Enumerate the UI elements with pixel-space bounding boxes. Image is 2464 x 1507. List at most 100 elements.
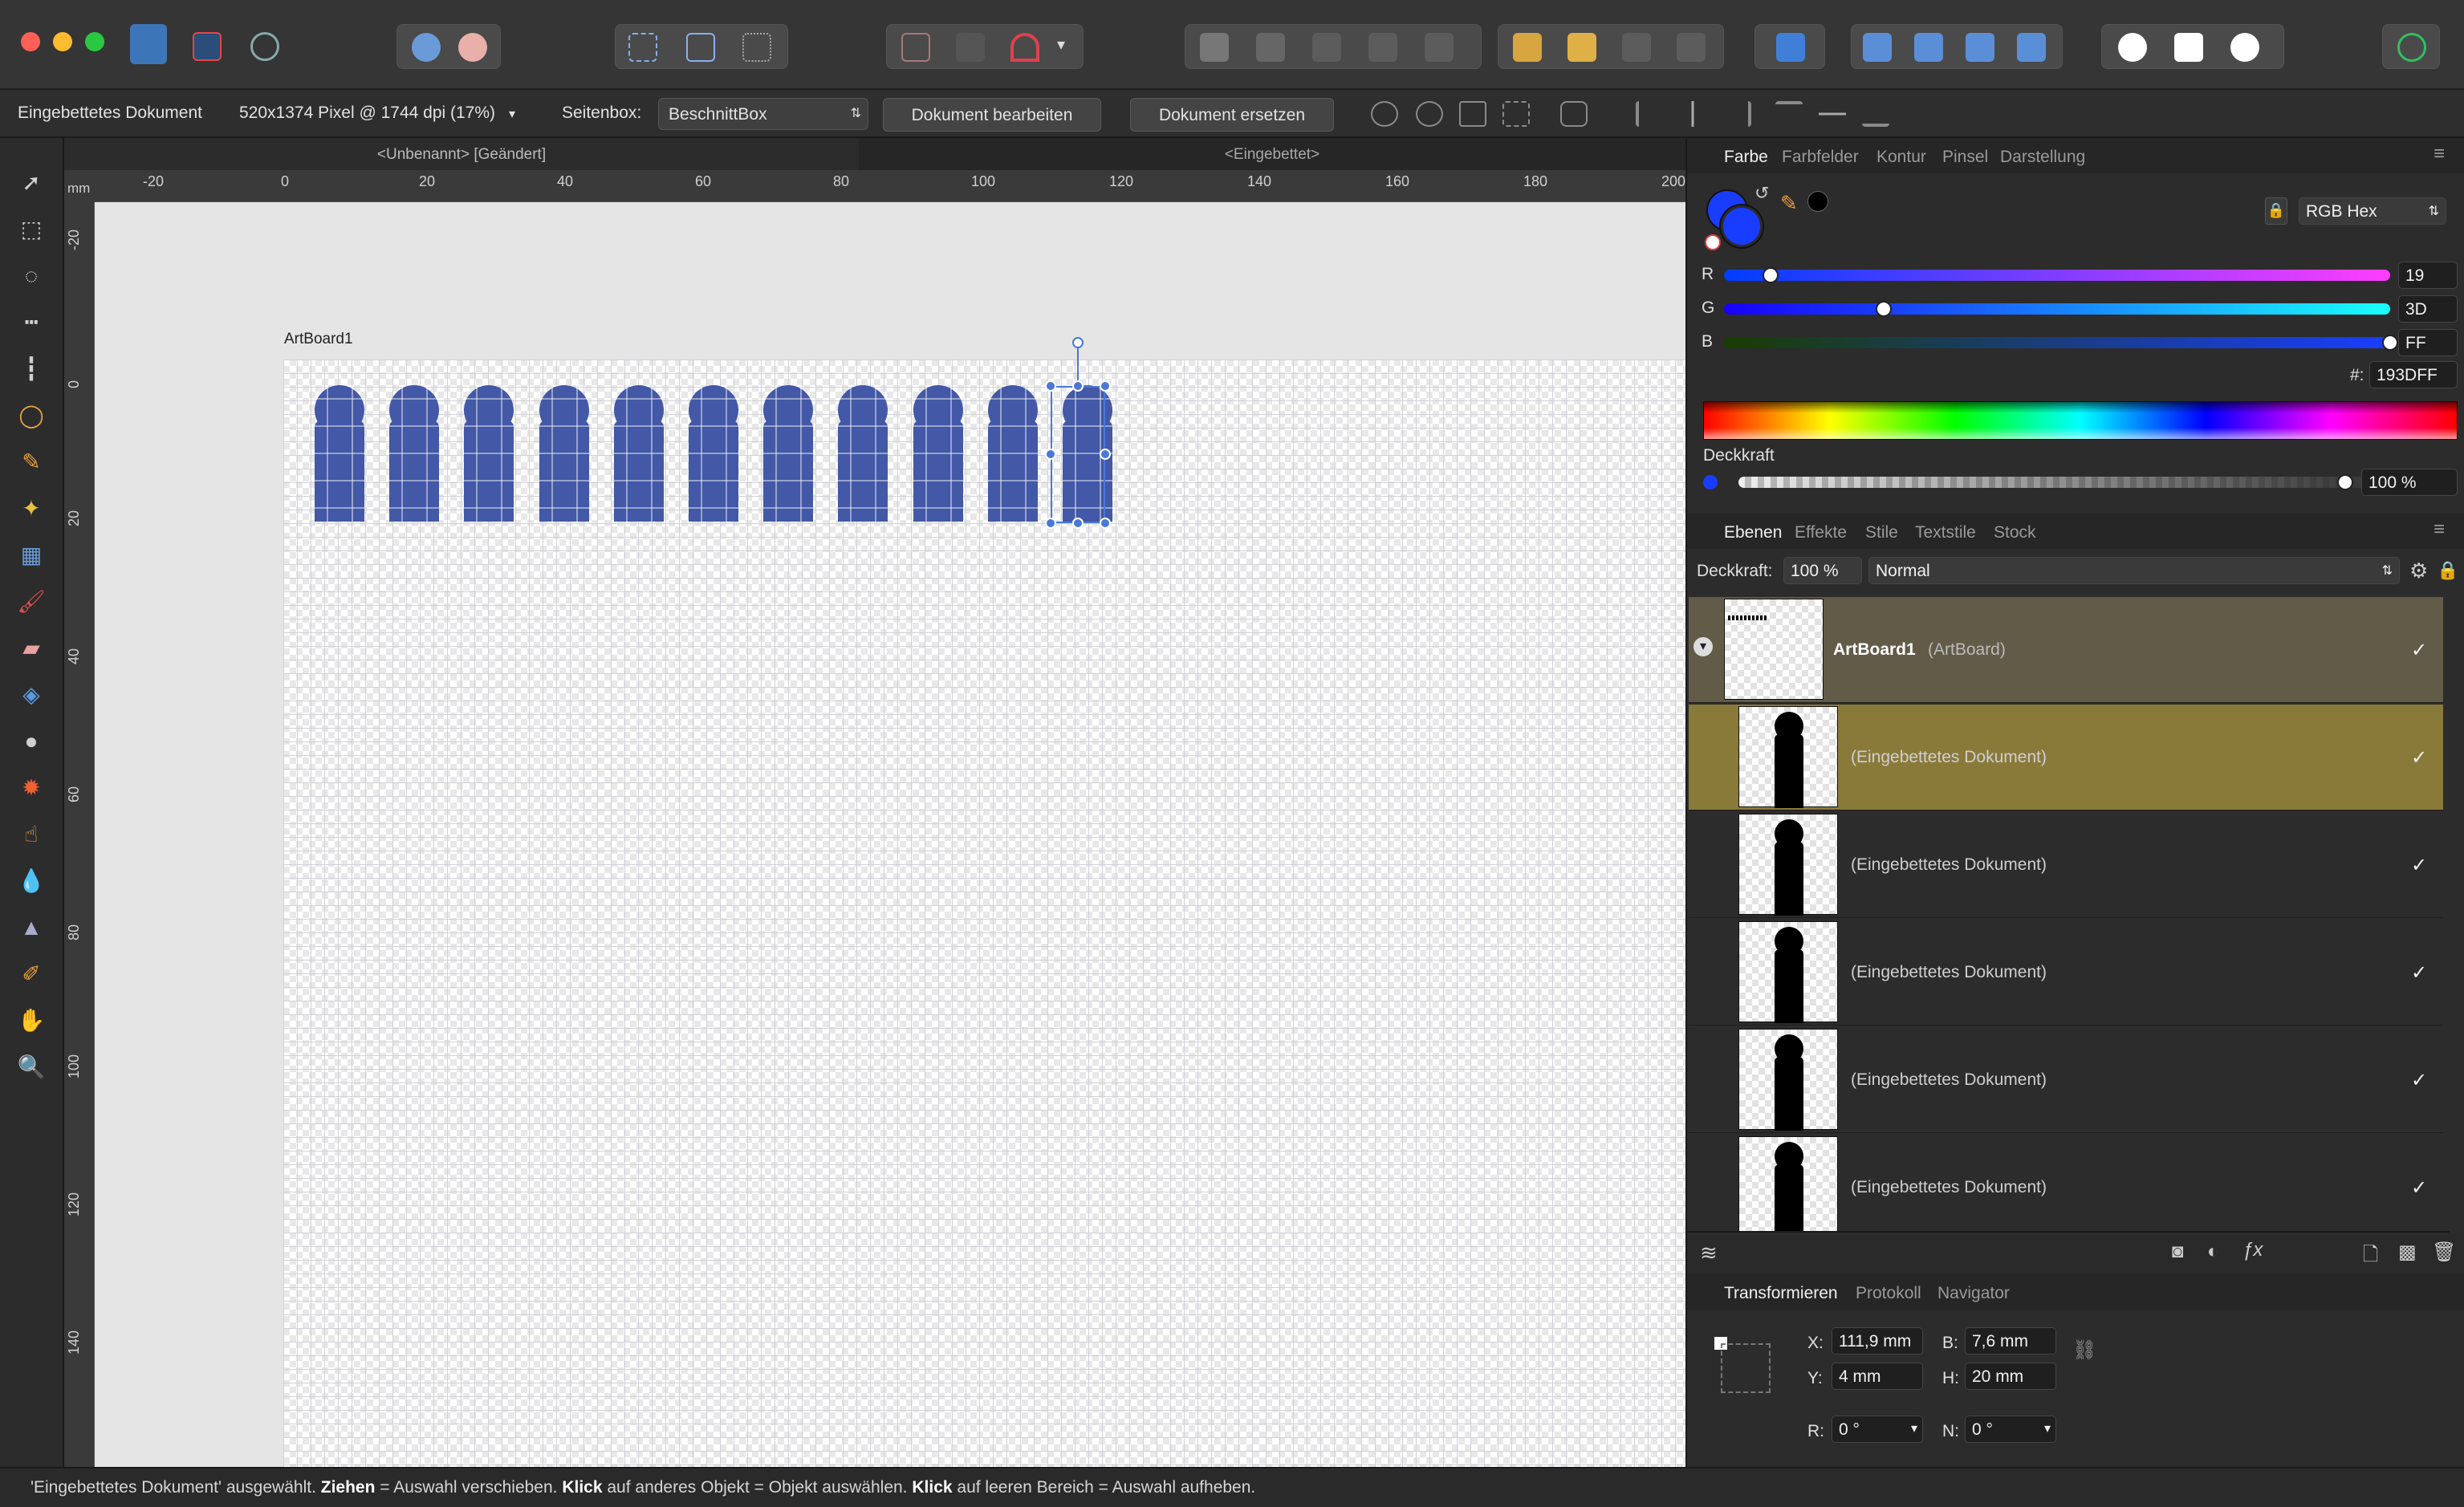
hex-value-field[interactable]: 193DFF [2369, 361, 2458, 388]
tab-navigator[interactable]: Navigator [1937, 1284, 2010, 1303]
align-right-icon[interactable] [1724, 101, 1751, 127]
align-top-icon[interactable] [1775, 101, 1803, 127]
align-center-icon[interactable] [1679, 101, 1706, 127]
person-figure[interactable] [612, 385, 665, 522]
visibility-check[interactable]: ✓ [2411, 639, 2427, 662]
selection-box[interactable] [1051, 386, 1105, 523]
tab-farbe[interactable]: Farbe [1724, 148, 1768, 167]
panel-menu-icon[interactable]: ≡ [2434, 518, 2445, 541]
resize-handle[interactable] [1045, 518, 1056, 529]
r-value-field[interactable]: 19 [2398, 262, 2458, 289]
color-model-select[interactable]: RGB Hex ⇅ [2299, 197, 2446, 225]
new-document-icon[interactable]: 🗋 [2363, 1241, 2378, 1273]
fx-icon[interactable]: ƒx [2242, 1239, 2263, 1261]
resize-handle[interactable] [1100, 518, 1111, 529]
layer-row[interactable]: (Eingebettetes Dokument) ✓ [1689, 1027, 2443, 1133]
exclude-icon[interactable] [1368, 33, 1397, 62]
row-marquee-icon[interactable]: ┅ [14, 307, 48, 339]
hand-tool-icon[interactable]: ✋ [14, 1005, 48, 1037]
visibility-check[interactable]: ✓ [2411, 1069, 2427, 1092]
person-figure[interactable] [836, 385, 889, 522]
magic-wand-icon[interactable]: ✦ [14, 493, 48, 525]
column-marquee-icon[interactable]: ┇ [14, 353, 48, 385]
ellipse-marquee-icon[interactable]: ◌ [14, 260, 48, 292]
tab-textstile[interactable]: Textstile [1915, 523, 1976, 542]
eye-icon[interactable] [1416, 101, 1443, 127]
grid-snap-icon[interactable] [901, 33, 930, 62]
width-field[interactable]: 7,6 mm [1965, 1327, 2056, 1355]
person-figure[interactable] [986, 385, 1039, 522]
layer-row[interactable]: (Eingebettetes Dokument) ✓ [1689, 1135, 2443, 1241]
align-left-icon[interactable] [1636, 101, 1663, 127]
lasso-icon[interactable]: ◯ [14, 400, 48, 432]
resize-handle[interactable] [1072, 518, 1084, 529]
expand-toggle-icon[interactable]: ▾ [1693, 637, 1713, 656]
edit-document-button[interactable]: Dokument bearbeiten [883, 98, 1101, 132]
panel-menu-icon[interactable]: ≡ [2434, 143, 2445, 165]
selection-brush-icon[interactable]: ✎ [14, 446, 48, 478]
tab-effekte[interactable]: Effekte [1795, 523, 1847, 542]
tab-stock[interactable]: Stock [1994, 523, 2036, 542]
resize-handle[interactable] [1100, 380, 1111, 392]
move-forward-icon[interactable] [1622, 33, 1651, 62]
zoom-tool-icon[interactable]: 🔍 [14, 1051, 48, 1083]
add-icon[interactable] [1200, 33, 1229, 62]
rotate-box-icon[interactable] [742, 33, 771, 62]
resize-handle[interactable] [1072, 380, 1084, 392]
subtract-icon[interactable] [1256, 33, 1285, 62]
person-figure[interactable] [462, 385, 515, 522]
crosshair-icon[interactable] [1371, 101, 1398, 127]
horizontal-ruler[interactable]: -20 0 20 40 60 80 100 120 140 160 180 200 [95, 170, 1685, 202]
resize-handle[interactable] [1045, 449, 1056, 460]
layer-row-artboard[interactable]: ▾ ArtBoard1 (ArtBoard) ✓ [1689, 597, 2443, 703]
pie-icon[interactable] [2230, 33, 2259, 62]
visibility-check[interactable]: ✓ [2411, 961, 2427, 985]
user-icon[interactable] [2397, 33, 2426, 62]
tab-transformieren[interactable]: Transformieren [1724, 1284, 1838, 1303]
person-figure[interactable] [538, 385, 591, 522]
blur-icon[interactable]: 💧 [14, 865, 48, 897]
no-color-icon[interactable] [1705, 234, 1721, 250]
rotate-right-icon[interactable] [2017, 33, 2046, 62]
smudge-icon[interactable]: ☝ [14, 818, 48, 851]
pixel-grid-icon[interactable]: ▦ [14, 539, 48, 571]
person-figure[interactable] [313, 385, 366, 522]
layer-row[interactable]: (Eingebettetes Dokument) ✓ [1689, 920, 2443, 1026]
move-tool-icon[interactable]: ➚ [14, 167, 48, 199]
align-middle-icon[interactable] [1819, 101, 1846, 127]
burn-icon[interactable]: ✹ [14, 772, 48, 804]
eraser-icon[interactable]: ▰ [14, 632, 48, 664]
opacity-value-field[interactable]: 100 % [2361, 469, 2458, 496]
align-snap-icon[interactable] [956, 33, 985, 62]
shear-field[interactable]: 0 ° ▾ [1965, 1416, 2056, 1443]
swap-colors-icon[interactable]: ↺ [1754, 183, 1769, 204]
adjustment-icon[interactable]: ◐ [2207, 1241, 2219, 1263]
resize-handle[interactable] [1045, 380, 1056, 392]
replace-document-button[interactable]: Dokument ersetzen [1130, 98, 1334, 132]
move-back-icon[interactable] [1567, 33, 1596, 62]
person-figure[interactable] [388, 385, 441, 522]
gear-icon[interactable]: ⚙ [2409, 559, 2428, 583]
tab-stile[interactable]: Stile [1865, 523, 1898, 542]
app-logo-icon[interactable] [130, 24, 167, 64]
flip-vertical-icon[interactable] [1914, 33, 1943, 62]
layer-row[interactable]: (Eingebettetes Dokument) ✓ [1689, 812, 2443, 918]
chevron-down-icon[interactable]: ▾ [509, 106, 515, 122]
layers-stack-icon[interactable]: ≋ [1700, 1241, 1718, 1265]
intersect-icon[interactable] [1312, 33, 1341, 62]
rotation-field[interactable]: 0 ° ▾ [1832, 1416, 1923, 1443]
visibility-check[interactable]: ✓ [2411, 746, 2427, 770]
g-value-field[interactable]: 3D [2398, 295, 2458, 323]
tab-farbfelder[interactable]: Farbfelder [1782, 148, 1859, 167]
layer-opacity-field[interactable]: 100 % [1783, 557, 1862, 584]
bounding-box-icon[interactable] [686, 33, 715, 62]
blend-mode-select[interactable]: Normal ⇅ [1868, 557, 2400, 584]
magnet-icon[interactable] [1010, 33, 1039, 62]
visibility-check[interactable]: ✓ [2411, 1176, 2427, 1200]
move-to-front-icon[interactable] [1677, 33, 1706, 62]
b-slider-knob[interactable] [2382, 335, 2398, 351]
spread-icon[interactable] [1459, 101, 1486, 127]
align-icon[interactable] [1776, 33, 1805, 62]
zoom-window-button[interactable] [85, 32, 104, 51]
vertical-ruler[interactable]: -20020406080100120140160 [64, 202, 95, 1467]
